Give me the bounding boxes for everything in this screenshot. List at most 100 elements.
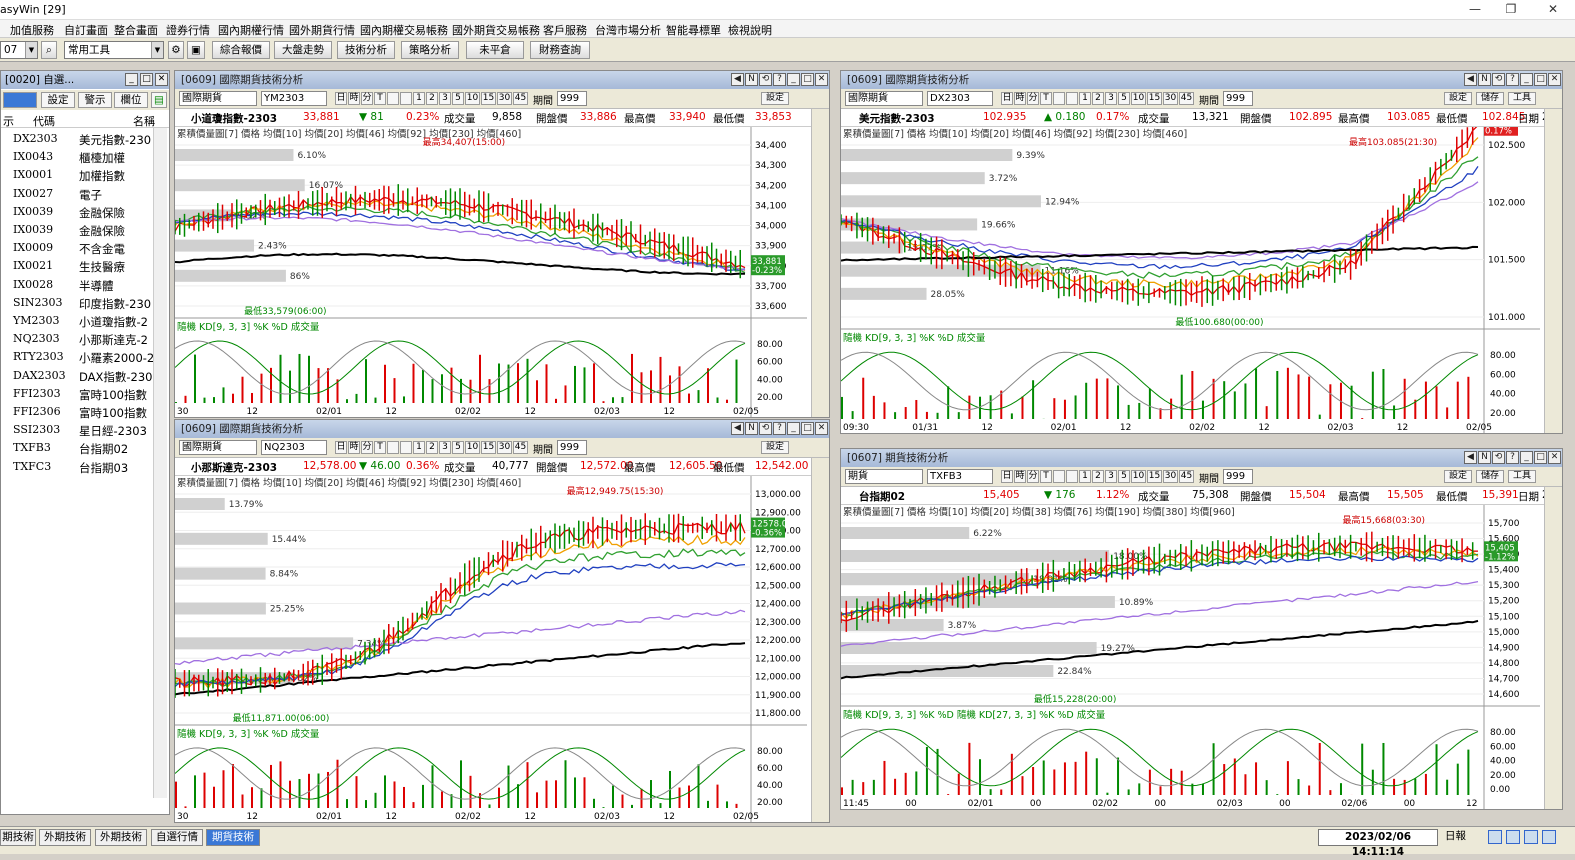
help-icon[interactable]: ? [1506,451,1519,464]
period-button[interactable]: 1 [1079,92,1091,105]
gear-icon[interactable]: ⚙ [168,41,184,59]
window-icon[interactable]: ▣ [187,41,205,59]
task-tab[interactable]: 外期技術 [95,829,147,846]
close-icon[interactable]: ✕ [1538,2,1568,18]
quote-button[interactable]: 綜合報價 [212,41,270,59]
price-chart[interactable]: 累積價量圖[7] 價格 均價[10] 均價[20] 均價[46] 均價[92] … [175,476,807,822]
market-select[interactable]: 期貨 [845,469,923,484]
tools-combo[interactable]: 常用工具▼ [64,41,164,59]
menu-item[interactable]: 國內期權交易帳務 [360,22,448,38]
period-button[interactable] [1066,92,1078,105]
period-button[interactable]: 5 [1118,470,1130,483]
settings-button[interactable]: 設定 [761,92,789,105]
layout-icon[interactable] [1506,830,1520,844]
prev-icon[interactable]: ◀ [1464,451,1477,464]
col-code[interactable]: 代碼 [33,113,55,129]
col-show[interactable]: 示 [3,113,14,129]
report-mode[interactable]: 日報 [1445,829,1485,846]
settings-button[interactable]: 設定 [1444,92,1472,105]
menu-item[interactable]: 國外期貨行情 [289,22,355,38]
watchlist-row[interactable]: RTY2303小羅素2000-2 [1,349,153,367]
price-chart[interactable]: 累積價量圖[7] 價格 均價[10] 均價[20] 均價[38] 均價[76] … [841,505,1540,809]
task-tab-active[interactable]: 期貨技術 [206,829,260,846]
period-button[interactable]: 10 [465,92,480,105]
close-icon[interactable]: ✕ [815,422,828,435]
period-input[interactable]: 999 [1223,91,1253,106]
watchlist-row[interactable]: IX0028半導體 [1,277,153,295]
new-icon[interactable]: N [745,422,758,435]
period-button[interactable]: 3 [439,441,451,454]
settings-button[interactable]: 設定 [761,441,789,454]
menu-item[interactable]: 證券行情 [166,22,210,38]
menu-item[interactable]: 國外期貨交易帳務 [452,22,540,38]
market-select[interactable]: 國際期貨 [179,91,257,106]
watchlist-row[interactable]: NQ2303小那斯達克-2 [1,331,153,349]
period-button[interactable]: 30 [497,441,512,454]
period-button[interactable]: 分 [1027,92,1039,105]
period-button[interactable]: 45 [513,92,528,105]
open-interest-button[interactable]: 未平倉 [466,41,524,59]
export-icon[interactable]: ▤ [151,92,167,108]
watchlist-row[interactable]: IX0009不含金電 [1,240,153,258]
period-button[interactable]: 1 [413,441,425,454]
market-select[interactable]: 國際期貨 [179,440,257,455]
menu-item[interactable]: 客戶服務 [543,22,587,38]
task-tab[interactable]: 自選行情 [151,829,203,846]
period-button[interactable]: T [374,92,386,105]
period-button[interactable]: 日 [1001,92,1013,105]
financial-query-button[interactable]: 財務查詢 [530,41,590,59]
watchlist-row[interactable]: SIN2303印度指數-230 [1,295,153,313]
symbol-select[interactable]: TXFB3 [927,469,993,484]
search-icon[interactable]: ⌕ [41,41,57,59]
prev-icon[interactable]: ◀ [731,73,744,86]
period-button[interactable]: 日 [335,441,347,454]
watchlist-row[interactable]: IX0021生技醫療 [1,258,153,276]
menu-item[interactable]: 國內期權行情 [218,22,284,38]
close-icon[interactable]: ✕ [815,73,828,86]
market-trend-button[interactable]: 大盤走勢 [274,41,332,59]
period-button[interactable]: 15 [481,441,496,454]
watchlist-row[interactable]: TXFC3台指期03 [1,459,153,477]
menu-item[interactable]: 整合畫面 [114,22,158,38]
watchlist-row[interactable]: SSI2303星日經-2303 [1,422,153,440]
minimize-icon[interactable]: _ [125,73,138,86]
watchlist-row[interactable]: DX2303美元指數-230 [1,131,153,149]
menu-item[interactable]: 自訂畫面 [64,22,108,38]
period-button[interactable]: 5 [1118,92,1130,105]
period-button[interactable] [387,92,399,105]
close-icon[interactable]: ✕ [155,73,168,86]
save-button[interactable]: 儲存 [1476,470,1504,483]
period-button[interactable]: 15 [1147,470,1162,483]
watchlist-row[interactable]: IX0001加權指數 [1,167,153,185]
period-button[interactable]: 2 [1092,470,1104,483]
layout-icon[interactable] [1542,830,1556,844]
period-button[interactable]: 45 [1179,470,1194,483]
symbol-select[interactable]: YM2303 [261,91,327,106]
price-chart[interactable]: 累積價量圖[7] 價格 均價[10] 均價[20] 均價[46] 均價[92] … [175,127,807,417]
minimize-icon[interactable]: _ [1520,451,1533,464]
watchlist-row[interactable]: IX0039金融保險 [1,222,153,240]
maximize-icon[interactable]: □ [1534,451,1547,464]
layout-icon[interactable] [1524,830,1538,844]
minimize-icon[interactable]: _ [1520,73,1533,86]
tab-active[interactable] [3,92,37,108]
period-input[interactable]: 999 [1223,469,1253,484]
period-button[interactable]: 10 [465,441,480,454]
close-icon[interactable]: ✕ [1548,73,1561,86]
period-button[interactable]: 3 [1105,92,1117,105]
menu-item[interactable]: 加值服務 [10,22,54,38]
watchlist-row[interactable]: TXFB3台指期02 [1,440,153,458]
prev-icon[interactable]: ◀ [1464,73,1477,86]
technical-analysis-button[interactable]: 技術分析 [337,41,395,59]
period-button[interactable]: 15 [1147,92,1162,105]
period-button[interactable]: 2 [1092,92,1104,105]
watchlist-row[interactable]: IX0027電子 [1,186,153,204]
symbol-select[interactable]: DX2303 [927,91,993,106]
period-button[interactable]: 5 [452,92,464,105]
period-button[interactable]: 分 [361,92,373,105]
minimize-icon[interactable]: _ [787,422,800,435]
new-icon[interactable]: N [1478,451,1491,464]
settings-button[interactable]: 設定 [1444,470,1472,483]
period-button[interactable]: 1 [1079,470,1091,483]
period-button[interactable]: 15 [481,92,496,105]
